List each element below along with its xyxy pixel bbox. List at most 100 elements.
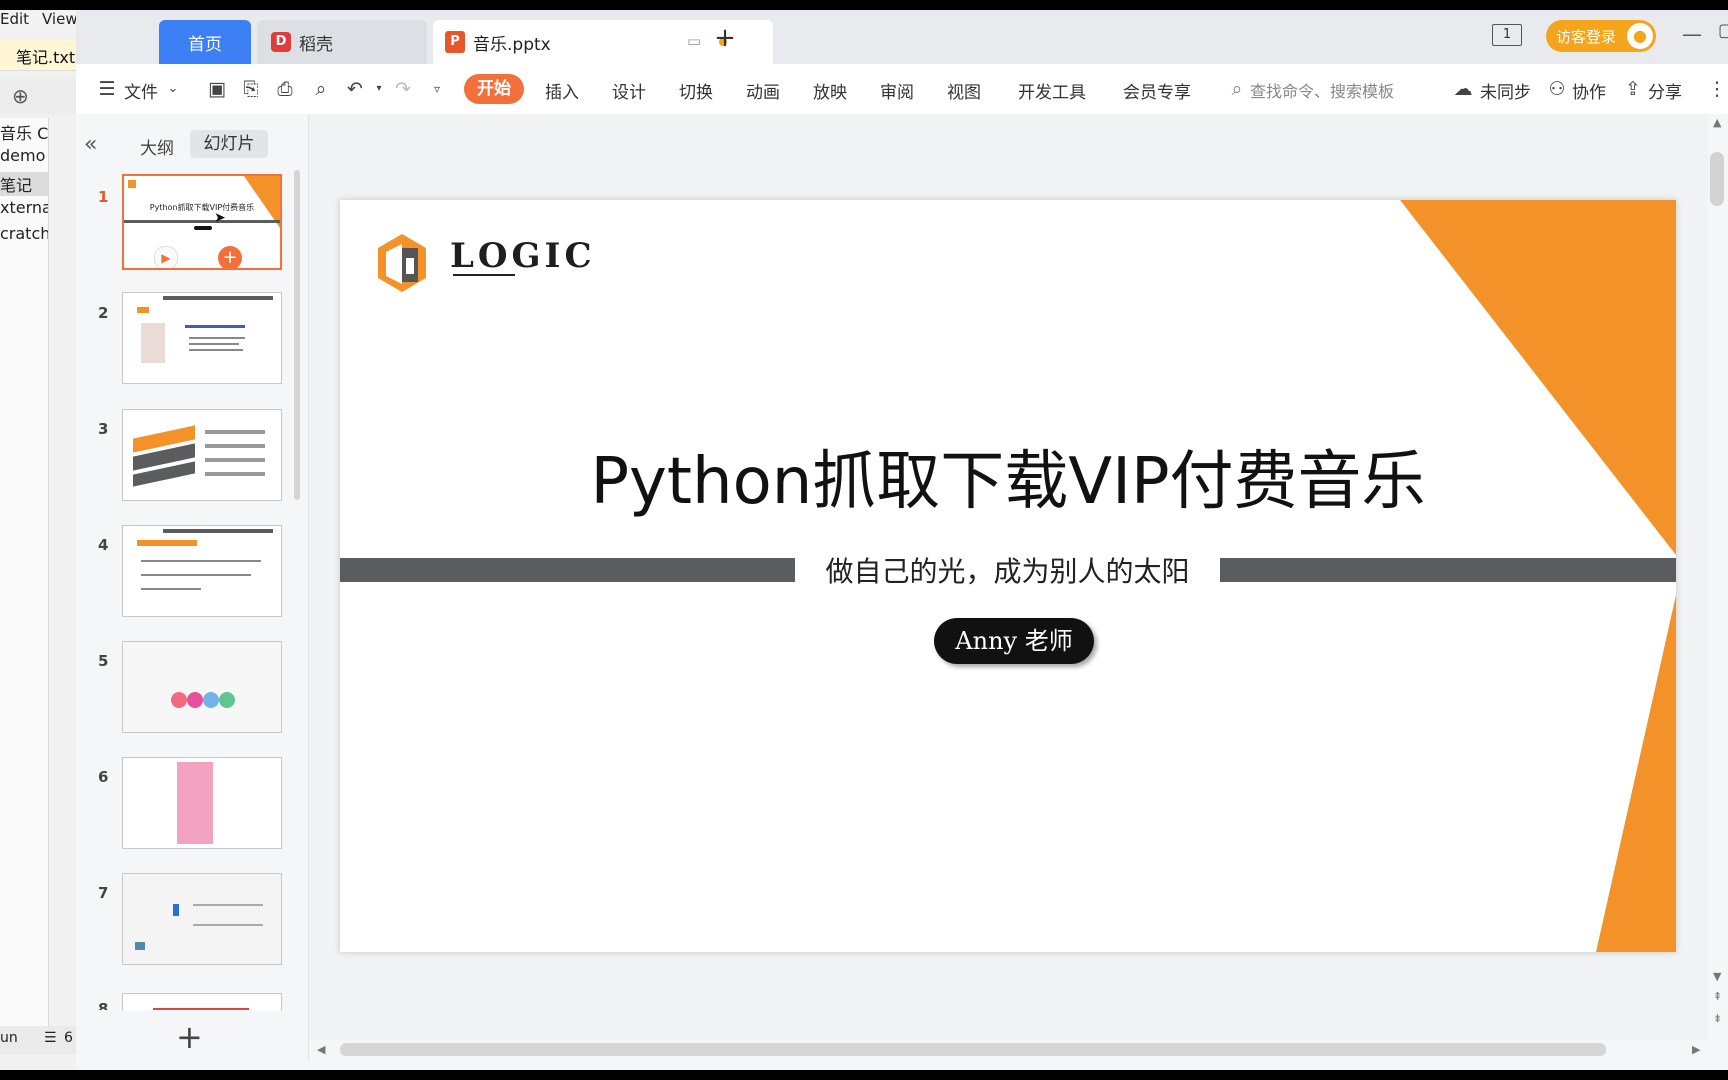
tab-animation[interactable]: 动画: [746, 78, 780, 103]
tab-slideshow[interactable]: 放映: [813, 78, 847, 103]
tab-view[interactable]: 视图: [947, 78, 981, 103]
scroll-right-icon[interactable]: ▶: [1692, 1043, 1700, 1056]
crosshair-icon[interactable]: ⊕: [12, 84, 29, 108]
slide-number: 3: [98, 420, 109, 438]
avatar-icon: ●: [1627, 23, 1653, 49]
slide-thumbnail-1[interactable]: Python抓取下载VIP付费音乐 ▶ + ➤: [122, 174, 282, 270]
thumb-device: [135, 942, 145, 950]
undo-dropdown-icon[interactable]: ▾: [368, 78, 390, 100]
scroll-down-icon[interactable]: ▼: [1713, 970, 1721, 983]
tab-docer[interactable]: D 稻壳: [257, 20, 427, 64]
menu-edit[interactable]: Edit: [0, 10, 29, 28]
save-icon[interactable]: ▣: [206, 78, 228, 100]
logic-logo-icon: [378, 234, 426, 292]
guest-login-button[interactable]: 访客登录 ●: [1546, 20, 1656, 52]
thumb-circle: [219, 692, 235, 708]
monitor-icon[interactable]: ▭: [687, 32, 701, 50]
share-icon: ⇪: [1625, 78, 1641, 100]
thumb-circle: [171, 692, 187, 708]
maximize-icon[interactable]: ▢: [1718, 20, 1728, 41]
tree-item[interactable]: cratch: [0, 224, 48, 243]
share-button[interactable]: 分享: [1648, 78, 1682, 103]
vertical-scroll-thumb[interactable]: [1710, 152, 1724, 206]
tab-home[interactable]: 首页: [159, 20, 251, 64]
thumb-device: [173, 904, 179, 916]
panel-scrollbar[interactable]: [294, 170, 300, 500]
collaborate-button[interactable]: 协作: [1572, 78, 1606, 103]
slide-thumbnail-5[interactable]: [122, 641, 282, 733]
minimize-icon[interactable]: —: [1682, 22, 1702, 46]
menu-view[interactable]: View: [42, 10, 78, 28]
tab-transition[interactable]: 切换: [679, 78, 713, 103]
thumb-title: Python抓取下载VIP付费音乐: [149, 203, 255, 212]
tab-insert[interactable]: 插入: [545, 78, 579, 103]
page-up-icon[interactable]: ⇞: [1713, 990, 1722, 1003]
logo-text: LOGIC: [450, 236, 596, 276]
tab-review[interactable]: 审阅: [880, 78, 914, 103]
cloud-sync-icon: ☁: [1453, 78, 1473, 100]
tab-member[interactable]: 会员专享: [1123, 78, 1191, 103]
presenter-badge[interactable]: Anny 老师: [934, 618, 1094, 664]
collapse-panel-icon[interactable]: «: [84, 132, 97, 157]
thumb-bar: [163, 529, 273, 533]
thumb-circle: [203, 692, 219, 708]
hamburger-menu-icon[interactable]: ☰: [96, 78, 118, 100]
undo-icon[interactable]: ↶: [344, 78, 366, 100]
tree-item[interactable]: xterna: [0, 198, 48, 217]
slide-thumbnail-6[interactable]: [122, 757, 282, 849]
slide-thumbnail-3[interactable]: [122, 409, 282, 501]
tree-item[interactable]: 笔记: [0, 172, 48, 196]
scroll-left-icon[interactable]: ◀: [317, 1043, 325, 1056]
more-options-icon[interactable]: ⋮: [1706, 78, 1728, 100]
new-tab-plus-icon[interactable]: +: [712, 25, 738, 52]
print-preview-icon[interactable]: ⌕: [310, 78, 332, 100]
list-icon: ☰: [44, 1030, 57, 1046]
print-icon[interactable]: ⎙: [274, 78, 296, 100]
slide-thumbnail-8[interactable]: [122, 993, 282, 1011]
slide-title[interactable]: Python抓取下载VIP付费音乐: [340, 430, 1676, 522]
gray-band-left: [340, 558, 795, 582]
slide-subtitle[interactable]: 做自己的光，成为别人的太阳: [795, 550, 1220, 590]
tab-bar: 首页 D 稻壳 P 音乐.pptx ▭: [76, 10, 1728, 64]
tab-start[interactable]: 开始: [464, 74, 524, 104]
redo-icon[interactable]: ↷: [392, 78, 414, 100]
chevron-down-icon[interactable]: ⌄: [162, 78, 184, 100]
page-down-icon[interactable]: ⇟: [1713, 1012, 1722, 1025]
background-statusbar: un ☰ 6: [0, 1026, 76, 1054]
search-icon: ⌕: [1231, 78, 1243, 100]
command-search-input[interactable]: 查找命令、搜索模板: [1250, 78, 1394, 102]
sync-status-button[interactable]: 未同步: [1480, 78, 1531, 103]
slide-thumbnail-7[interactable]: [122, 873, 282, 965]
tab-developer[interactable]: 开发工具: [1018, 78, 1086, 103]
slide-canvas[interactable]: LOGIC Python抓取下载VIP付费音乐 做自己的光，成为别人的太阳 An…: [340, 200, 1676, 952]
slide-number: 7: [98, 884, 109, 902]
slide-thumbnail-2[interactable]: [122, 292, 282, 384]
horizontal-scroll-thumb[interactable]: [340, 1043, 1606, 1056]
more-dropdown-icon[interactable]: ▿: [426, 78, 448, 100]
thumb-pill: [194, 226, 212, 230]
slide-number: 4: [98, 536, 109, 554]
slide-number: 5: [98, 652, 109, 670]
tree-item[interactable]: demo: [0, 146, 48, 165]
logo-underline: [453, 274, 515, 276]
file-tab-label: 笔记.txt: [16, 48, 76, 67]
thumb-image: [177, 762, 213, 844]
file-menu-button[interactable]: 文件: [124, 78, 158, 103]
background-file-tab[interactable]: 笔记.txt: [0, 40, 76, 71]
add-slide-icon[interactable]: +: [176, 1018, 203, 1056]
background-menubar: Edit View: [0, 10, 78, 30]
tab-outline[interactable]: 大纲: [140, 134, 174, 159]
tree-item[interactable]: 音乐 C:\: [0, 120, 48, 144]
vertical-scrollbar[interactable]: ▲ ▼ ⇞ ⇟: [1708, 114, 1728, 1040]
add-icon[interactable]: +: [218, 246, 242, 268]
thumb-text: [193, 924, 263, 926]
slide-thumbnail-4[interactable]: [122, 525, 282, 617]
scroll-up-icon[interactable]: ▲: [1713, 116, 1721, 129]
tab-design[interactable]: 设计: [612, 78, 646, 103]
window-count-icon[interactable]: 1: [1492, 24, 1522, 46]
thumb-text: [189, 349, 243, 351]
status-text: un: [0, 1030, 18, 1046]
tab-slides[interactable]: 幻灯片: [190, 130, 268, 158]
export-icon[interactable]: ⎘: [240, 78, 262, 100]
play-icon[interactable]: ▶: [154, 246, 178, 268]
